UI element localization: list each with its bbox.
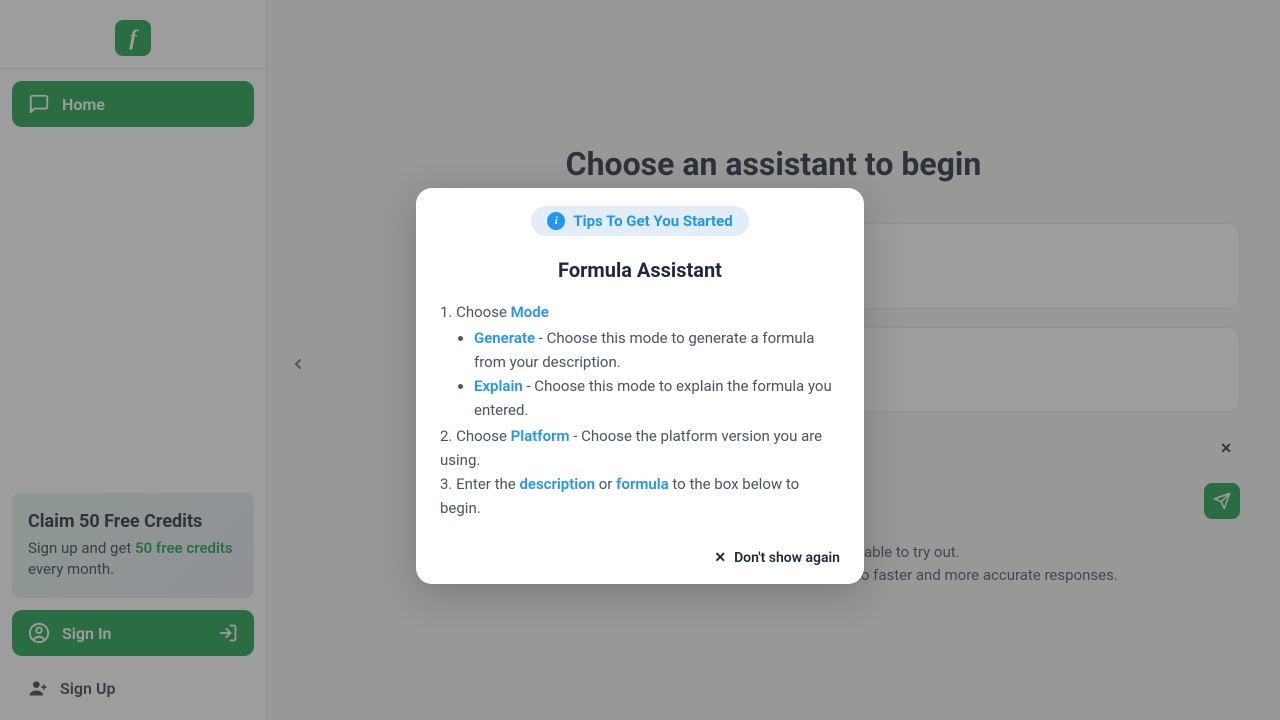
dont-show-label: Don't show again (734, 550, 840, 566)
tips-label: Tips To Get You Started (573, 212, 732, 230)
dont-show-again-button[interactable]: ✕ Don't show again (440, 550, 840, 566)
tips-modal: i Tips To Get You Started Formula Assist… (416, 188, 864, 584)
modal-body: 1. Choose Mode Generate - Choose this mo… (440, 300, 840, 520)
close-icon: ✕ (714, 551, 726, 565)
modal-title: Formula Assistant (440, 258, 840, 282)
tips-badge: i Tips To Get You Started (440, 206, 840, 236)
info-icon: i (547, 212, 565, 230)
